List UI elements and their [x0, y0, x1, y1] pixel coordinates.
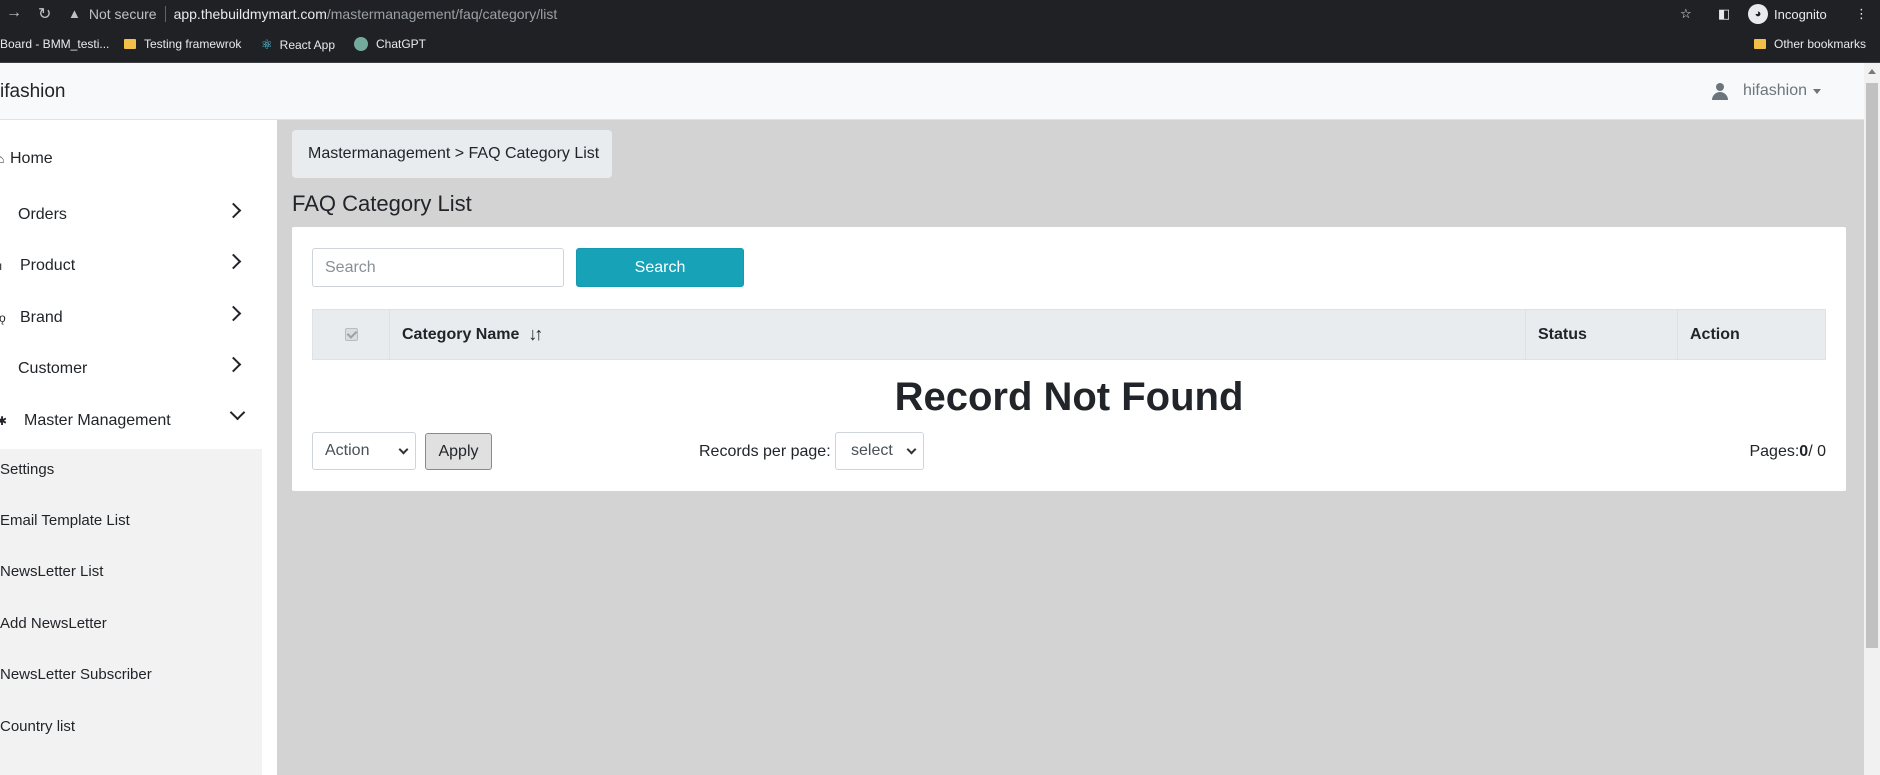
bookmark-item[interactable]: ChatGPT — [354, 37, 426, 51]
main-content: Mastermanagement > FAQ Category List FAQ… — [277, 120, 1864, 775]
submenu-item-settings[interactable]: Settings — [0, 461, 54, 478]
browser-toolbar: → ↻ ▲ Not secure app.thebuildmymart.com /… — [0, 0, 1880, 27]
submenu-item-newsletter-subscriber[interactable]: NewsLetter Subscriber — [0, 666, 152, 683]
bookmark-label: Board - BMM_testi... — [0, 37, 110, 51]
chevron-right-icon — [225, 356, 242, 373]
submenu-item-add-newsletter[interactable]: Add NewsLetter — [0, 615, 107, 632]
app-header: ifashion hifashion — [0, 63, 1864, 120]
chevron-right-icon — [225, 253, 242, 270]
sidebar-item-home[interactable]: ⌂ Home — [0, 137, 262, 181]
reload-icon[interactable]: ↻ — [38, 4, 51, 24]
pagination-info: Pages:0/ 0 — [1749, 443, 1826, 461]
pages-total: / 0 — [1808, 443, 1826, 460]
bookmark-item[interactable]: Testing framewrok — [124, 37, 241, 51]
bookmark-item[interactable]: ⚛ React App — [261, 37, 335, 53]
address-bar[interactable]: ▲ Not secure app.thebuildmymart.com/mast… — [68, 1, 1784, 26]
user-menu[interactable]: hifashion — [1711, 82, 1821, 100]
chevron-right-icon — [225, 305, 242, 322]
column-action: Action — [1678, 310, 1825, 359]
bulk-action-select[interactable]: Action — [312, 432, 416, 470]
sort-icon[interactable]: ↓↑ — [528, 324, 543, 345]
url-host: app.thebuildmymart.com — [173, 5, 327, 22]
chatgpt-icon — [354, 37, 368, 51]
folder-icon — [124, 39, 136, 49]
brand-icon: ǫ — [0, 311, 6, 325]
column-label: Status — [1538, 325, 1587, 343]
sidebar-item-master-management[interactable]: ✱ Master Management — [0, 399, 262, 443]
select-value: Action — [325, 442, 370, 459]
incognito-indicator[interactable]: ◕ Incognito — [1748, 3, 1827, 25]
chevron-down-icon — [398, 444, 409, 455]
security-label: Not secure — [88, 5, 157, 22]
gear-icon: ✱ — [0, 414, 8, 428]
empty-state-message: Record Not Found — [894, 375, 1244, 419]
other-bookmarks[interactable]: Other bookmarks — [1754, 37, 1866, 51]
search-button[interactable]: Search — [576, 248, 744, 287]
records-per-page-select[interactable]: select — [835, 432, 924, 470]
product-icon: ı — [0, 259, 3, 273]
bookmark-item[interactable]: Board - BMM_testi... — [0, 37, 109, 51]
bookmark-label: Testing framewrok — [144, 37, 242, 51]
star-icon[interactable]: ☆ — [1680, 3, 1692, 25]
records-per-page-label: Records per page: — [699, 443, 831, 460]
page-scrollbar[interactable] — [1864, 63, 1880, 775]
sidebar-item-label: Product — [20, 257, 76, 274]
bookmark-label: Other bookmarks — [1774, 37, 1867, 51]
column-category-name[interactable]: Category Name ↓↑ — [390, 310, 1526, 359]
apply-button[interactable]: Apply — [425, 433, 492, 470]
submenu-master-management: Settings Email Template List NewsLetter … — [0, 449, 262, 775]
caret-down-icon — [1813, 88, 1821, 94]
incognito-icon: ◕ — [1748, 4, 1768, 24]
side-panel-icon[interactable]: ◧ — [1718, 3, 1730, 25]
submenu-item-newsletter-list[interactable]: NewsLetter List — [0, 563, 103, 580]
sidebar-item-label: Home — [10, 150, 53, 167]
list-card: Search Category Name ↓↑ Status Action Re… — [292, 227, 1846, 491]
bookmark-label: React App — [279, 38, 336, 52]
breadcrumb: Mastermanagement > FAQ Category List — [292, 130, 612, 178]
sidebar-item-label: Customer — [18, 360, 88, 377]
pages-label: Pages: — [1749, 443, 1800, 460]
kebab-menu-icon[interactable]: ⋮ — [1855, 3, 1868, 25]
forward-icon[interactable]: → — [6, 4, 22, 22]
sidebar-item-label: Brand — [20, 309, 63, 326]
react-icon: ⚛ — [261, 37, 273, 52]
table-header: Category Name ↓↑ Status Action — [312, 309, 1826, 360]
user-icon — [1711, 82, 1728, 100]
column-label: Category Name — [402, 325, 520, 343]
page-title: FAQ Category List — [292, 191, 472, 216]
incognito-label: Incognito — [1774, 6, 1827, 22]
bookmark-label: ChatGPT — [376, 37, 427, 51]
chevron-right-icon — [225, 202, 242, 219]
submenu-item-country-list[interactable]: Country list — [0, 718, 75, 735]
scroll-up-icon[interactable] — [1868, 69, 1876, 74]
brand-name[interactable]: ifashion — [0, 81, 66, 103]
sidebar-item-customer[interactable]: Customer — [0, 347, 262, 391]
select-all-cell — [313, 310, 390, 359]
warning-icon: ▲ — [68, 6, 81, 21]
sidebar-item-orders[interactable]: Orders — [0, 193, 262, 237]
url-path: /mastermanagement/faq/category/list — [326, 5, 558, 22]
search-input[interactable] — [312, 248, 564, 287]
scroll-thumb[interactable] — [1866, 83, 1878, 648]
submenu-item-email-template-list[interactable]: Email Template List — [0, 512, 130, 529]
column-status: Status — [1526, 310, 1678, 359]
sidebar-item-label: Master Management — [24, 412, 171, 429]
omnibox-divider — [164, 5, 166, 22]
user-name: hifashion — [1742, 82, 1807, 99]
select-all-checkbox[interactable] — [344, 328, 358, 341]
chevron-down-icon — [229, 404, 246, 421]
sidebar-item-product[interactable]: ı Product — [0, 244, 262, 288]
home-icon: ⌂ — [0, 152, 5, 166]
bookmarks-bar: Board - BMM_testi... Testing framewrok ⚛… — [0, 27, 1880, 63]
sidebar-item-label: Orders — [18, 206, 67, 223]
sidebar-item-brand[interactable]: ǫ Brand — [0, 296, 262, 340]
select-value: select — [851, 442, 893, 459]
folder-icon — [1754, 39, 1766, 49]
chevron-down-icon — [906, 444, 917, 455]
column-label: Action — [1690, 325, 1740, 343]
sidebar: ⌂ Home Orders ı Product ǫ Brand Customer… — [0, 120, 277, 775]
pages-current: 0 — [1799, 443, 1809, 460]
